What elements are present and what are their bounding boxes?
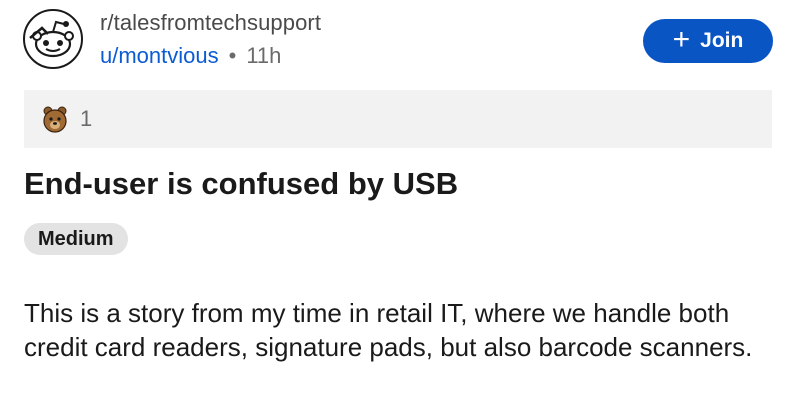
post-flair[interactable]: Medium (24, 223, 128, 255)
post-timestamp: 11h (246, 43, 282, 68)
awards-bar[interactable]: 1 (24, 90, 772, 148)
subreddit-avatar[interactable] (22, 8, 84, 70)
post-body: This is a story from my time in retail I… (24, 298, 753, 362)
award-count: 1 (80, 106, 93, 131)
reddit-snoo-avatar-icon (23, 9, 83, 69)
subreddit-name[interactable]: r/talesfromtechsupport (100, 10, 321, 36)
plus-icon: + (672, 22, 691, 56)
author-username[interactable]: u/montvious (100, 43, 219, 69)
join-button-label: Join (700, 29, 744, 52)
post-meta: u/montvious • 11h (100, 43, 281, 69)
post-title[interactable]: End-user is confused by USB (24, 166, 458, 202)
bear-award-icon (42, 105, 68, 133)
meta-separator: • (228, 43, 237, 68)
join-button[interactable]: + Join (643, 19, 773, 63)
